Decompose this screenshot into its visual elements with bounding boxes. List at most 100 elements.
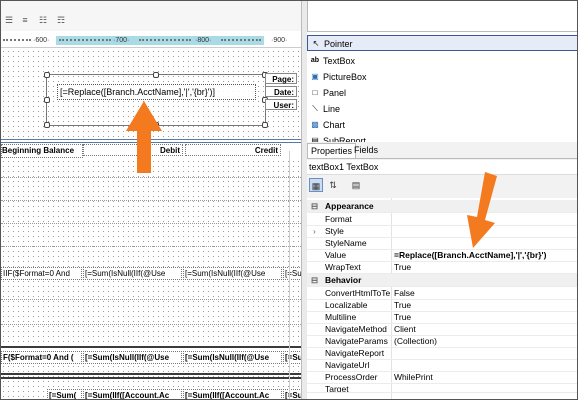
user-label[interactable]: User: bbox=[265, 99, 297, 110]
property-grid: ⊟ Appearance Format › Style StyleName Va… bbox=[307, 198, 577, 399]
resize-handle[interactable] bbox=[44, 97, 50, 103]
category-behavior[interactable]: ⊟ Behavior bbox=[307, 274, 577, 287]
property-name: NavigateMethod bbox=[325, 324, 387, 334]
report-designer-window: ☰ ≡ ☷ ☶ ·600· ·700· ·800· ·900· [=Replac… bbox=[0, 0, 578, 400]
property-name: NavigateParams bbox=[325, 336, 388, 346]
format-expression-cell[interactable]: IIF($Format=0 And bbox=[1, 267, 82, 280]
properties-panel: Properties Fields textBox1 TextBox ▦ ⇅ ▤… bbox=[307, 142, 577, 399]
property-name: Multiline bbox=[325, 312, 357, 322]
property-value-expression[interactable]: =Replace([Branch.AcctName],'|','{br}') bbox=[394, 249, 546, 261]
ruler-marks bbox=[59, 39, 111, 44]
tab-properties[interactable]: Properties bbox=[307, 143, 357, 158]
toolbox-item-label: Panel bbox=[323, 88, 347, 98]
category-label: Behavior bbox=[325, 275, 362, 285]
textbox-icon: ab bbox=[310, 57, 320, 64]
sum-expression-cell[interactable]: [=Sum(IsNull(IIf(@Use bbox=[83, 351, 182, 364]
sum-expression-cell[interactable]: [=Sum( bbox=[47, 389, 82, 399]
toolbox-item-label: Chart bbox=[323, 120, 346, 130]
category-label: Appearance bbox=[325, 201, 374, 211]
resize-handle[interactable] bbox=[153, 72, 159, 78]
toolbox-item-label: Line bbox=[323, 104, 341, 114]
sum-expression-cell[interactable]: [=Sum(IIf([Account.Ac bbox=[83, 389, 182, 399]
collapse-icon[interactable]: ⊟ bbox=[311, 274, 318, 286]
toolbox-item-subreport[interactable]: ▤ SubReport bbox=[307, 133, 577, 142]
beginning-balance-header[interactable]: Beginning Balance bbox=[1, 144, 83, 158]
sum-expression-cell[interactable]: [=Sum(IsNull(IIf(@Use bbox=[183, 351, 282, 364]
align-left-icon[interactable]: ☰ bbox=[3, 14, 15, 26]
toolbox-item-label: Pointer bbox=[324, 39, 353, 49]
property-value[interactable]: WhilePrint bbox=[394, 371, 433, 383]
toolbox-item-picturebox[interactable]: ▣ PictureBox bbox=[307, 69, 577, 85]
category-appearance[interactable]: ⊟ Appearance bbox=[307, 200, 577, 213]
toolbox-item-pointer[interactable]: ↖ Pointer bbox=[307, 35, 577, 51]
sum-expression-cell[interactable]: [=Sum(IsNull(IIf(@Use bbox=[183, 267, 282, 280]
band-guide bbox=[1, 246, 301, 247]
resize-handle[interactable] bbox=[44, 122, 50, 128]
align-center-icon[interactable]: ≡ bbox=[19, 14, 31, 26]
annotation-arrow-down bbox=[467, 172, 497, 248]
toolbox-item-label: PictureBox bbox=[323, 72, 367, 82]
toolbox-panel: ↖ Pointer ab TextBox ▣ PictureBox □ Pane… bbox=[307, 31, 577, 142]
line-icon: ⟍ bbox=[312, 104, 318, 113]
property-value[interactable]: True bbox=[394, 299, 411, 311]
page-label[interactable]: Page: bbox=[265, 73, 297, 84]
design-surface[interactable]: ☰ ≡ ☷ ☶ ·600· ·700· ·800· ·900· [=Replac… bbox=[1, 1, 301, 399]
tab-fields[interactable]: Fields bbox=[351, 143, 381, 157]
property-name: Style bbox=[325, 226, 344, 236]
expand-icon[interactable]: › bbox=[313, 225, 316, 237]
resize-handle[interactable] bbox=[262, 122, 268, 128]
designer-vertical-scrollbar[interactable] bbox=[289, 151, 300, 399]
property-name: Localizable bbox=[325, 300, 368, 310]
sum-expression-cell[interactable]: [=Sum(IIf([Account.Ac bbox=[183, 389, 282, 399]
toolbox-item-textbox[interactable]: ab TextBox bbox=[307, 53, 577, 69]
property-value[interactable]: True bbox=[394, 261, 411, 273]
alphabetical-sort-icon[interactable]: ⇅ bbox=[326, 178, 340, 192]
toolbox-item-panel[interactable]: □ Panel bbox=[307, 85, 577, 101]
resize-handle[interactable] bbox=[44, 72, 50, 78]
property-row-wraptext[interactable]: WrapText True bbox=[307, 261, 577, 274]
chart-icon: ▩ bbox=[311, 120, 319, 129]
credit-header[interactable]: Credit bbox=[185, 144, 281, 156]
property-value[interactable]: (Collection) bbox=[394, 335, 437, 347]
ruler-tick-label: ·600· bbox=[33, 37, 50, 44]
property-value[interactable]: False bbox=[394, 287, 415, 299]
group-footer-separator bbox=[1, 373, 301, 375]
property-pages-icon[interactable]: ▤ bbox=[349, 178, 363, 192]
group-footer-separator bbox=[1, 377, 301, 379]
property-name: Target bbox=[325, 384, 349, 393]
annotation-arrow-up bbox=[126, 101, 162, 173]
ruler-tick-label: ·800· bbox=[195, 37, 212, 44]
property-name: Format bbox=[325, 214, 352, 224]
designer-toolbar: ☰ ≡ ☷ ☶ bbox=[1, 1, 301, 31]
categorized-view-icon[interactable]: ▦ bbox=[309, 178, 323, 192]
toolbox-item-label: TextBox bbox=[323, 56, 356, 66]
subreport-icon: ▤ bbox=[311, 136, 319, 142]
property-name: Value bbox=[325, 250, 347, 260]
ruler-marks bbox=[221, 39, 261, 44]
ruler-marks bbox=[3, 39, 31, 44]
sum-expression-cell[interactable]: [=Sum(IsNull(IIf(@Use bbox=[83, 267, 182, 280]
band-guide bbox=[1, 200, 301, 201]
distribute-vertical-icon[interactable]: ☶ bbox=[55, 14, 67, 26]
property-name: NavigateUrl bbox=[325, 360, 370, 370]
date-label[interactable]: Date: bbox=[265, 86, 297, 97]
property-value[interactable]: Client bbox=[394, 323, 416, 335]
property-row-target[interactable]: Target bbox=[307, 383, 577, 393]
toolbox-item-line[interactable]: ⟍ Line bbox=[307, 101, 577, 117]
band-guide bbox=[1, 299, 301, 300]
selected-object-dropdown[interactable]: textBox1 TextBox bbox=[307, 160, 577, 175]
panel-icon: □ bbox=[312, 88, 318, 97]
property-value[interactable]: True bbox=[394, 311, 411, 323]
distribute-icon[interactable]: ☷ bbox=[37, 14, 49, 26]
collapse-icon[interactable]: ⊟ bbox=[311, 200, 318, 212]
property-name: NavigateReport bbox=[325, 348, 385, 358]
ruler-marks bbox=[139, 39, 191, 44]
property-name: ProcessOrder bbox=[325, 372, 378, 382]
format-expression-cell[interactable]: F($Format=0 And ( bbox=[1, 351, 82, 364]
toolbox-item-chart[interactable]: ▩ Chart bbox=[307, 117, 577, 133]
pointer-icon: ↖ bbox=[312, 39, 320, 48]
property-name: StyleName bbox=[325, 238, 367, 248]
band-guide bbox=[1, 177, 301, 178]
property-name: WrapText bbox=[325, 262, 361, 272]
picturebox-icon: ▣ bbox=[311, 72, 319, 81]
